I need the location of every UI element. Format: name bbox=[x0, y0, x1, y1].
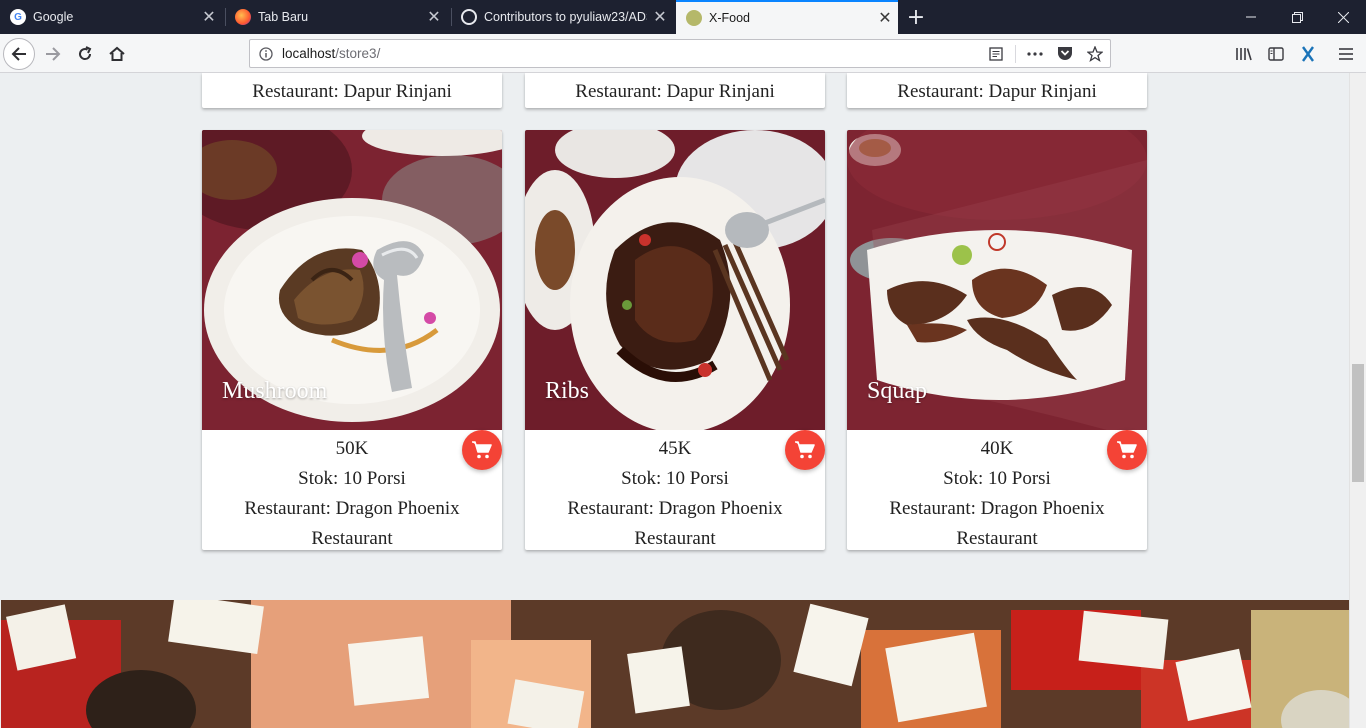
tab-x-food[interactable]: X-Food ✕ bbox=[676, 0, 898, 34]
divider bbox=[1015, 44, 1016, 63]
sidebar-toggle-icon[interactable] bbox=[1260, 38, 1292, 70]
page-viewport: Restaurant: Dapur Rinjani Restaurant: Da… bbox=[0, 73, 1349, 728]
new-tab-button[interactable]: + bbox=[904, 0, 928, 34]
product-stock: Stok: 10 Porsi bbox=[621, 468, 729, 489]
product-name: Ribs bbox=[545, 378, 590, 404]
add-to-cart-button[interactable] bbox=[462, 430, 502, 470]
close-tab-icon[interactable]: ✕ bbox=[647, 7, 673, 27]
product-stock: Stok: 10 Porsi bbox=[943, 468, 1051, 489]
xfood-icon bbox=[686, 10, 702, 26]
product-restaurant: Restaurant: Dragon Phoenix Restaurant bbox=[889, 498, 1105, 549]
scrollbar-thumb[interactable] bbox=[1352, 364, 1364, 482]
product-restaurant: Restaurant: Dragon Phoenix Restaurant bbox=[244, 498, 460, 549]
reader-view-icon[interactable] bbox=[981, 40, 1011, 68]
site-info-icon[interactable] bbox=[250, 46, 282, 61]
forward-arrow-icon bbox=[46, 47, 61, 61]
navigation-toolbar: localhost/store3/ bbox=[0, 34, 1366, 73]
tab-strip: G Google ✕ Tab Baru ✕ Contributors to py… bbox=[0, 0, 1366, 34]
product-price: 50K bbox=[335, 438, 369, 459]
product-image: Ribs bbox=[525, 130, 825, 430]
product-price: 45K bbox=[658, 438, 692, 459]
product-card: Restaurant: Dapur Rinjani bbox=[525, 73, 825, 108]
forward-button[interactable] bbox=[37, 38, 69, 70]
page-actions-icon[interactable] bbox=[1020, 40, 1050, 68]
product-image: Squap bbox=[847, 130, 1147, 430]
product-card: Ribs 45K Stok: 10 Porsi Restaurant: Drag… bbox=[525, 130, 825, 550]
tab-contributors[interactable]: Contributors to pyuliaw23/ADS ✕ bbox=[451, 0, 673, 34]
reload-button[interactable] bbox=[69, 38, 101, 70]
tab-title: Google bbox=[33, 10, 74, 24]
tab-title: X-Food bbox=[709, 11, 750, 25]
address-bar[interactable]: localhost/store3/ bbox=[249, 39, 1111, 68]
shopping-cart-icon bbox=[1117, 441, 1137, 459]
close-icon bbox=[1337, 11, 1349, 23]
shopping-cart-icon bbox=[472, 441, 492, 459]
tab-google[interactable]: G Google ✕ bbox=[0, 0, 222, 34]
url-path: /store3/ bbox=[335, 46, 381, 61]
vertical-scrollbar[interactable] bbox=[1349, 73, 1366, 728]
product-image: Mushroom bbox=[202, 130, 502, 430]
extension-x-icon[interactable] bbox=[1292, 38, 1324, 70]
product-name: Mushroom bbox=[222, 378, 328, 404]
product-restaurant: Restaurant: Dapur Rinjani bbox=[575, 81, 775, 102]
product-card: Restaurant: Dapur Rinjani bbox=[202, 73, 502, 108]
close-window-button[interactable] bbox=[1320, 0, 1366, 34]
product-card: Squap 40K Stok: 10 Porsi Restaurant: Dra… bbox=[847, 130, 1147, 550]
url-text[interactable]: localhost/store3/ bbox=[282, 46, 981, 61]
food-banner-image bbox=[1, 600, 1349, 728]
pocket-icon[interactable] bbox=[1050, 40, 1080, 68]
home-button[interactable] bbox=[101, 38, 133, 70]
reload-icon bbox=[79, 46, 92, 60]
tab-tab-baru[interactable]: Tab Baru ✕ bbox=[225, 0, 447, 34]
restore-icon bbox=[1291, 11, 1303, 23]
google-icon: G bbox=[10, 9, 26, 25]
shopping-cart-icon bbox=[795, 441, 815, 459]
firefox-icon bbox=[235, 9, 251, 25]
product-card: Mushroom 50K Stok: 10 Porsi Restaurant: … bbox=[202, 130, 502, 550]
menu-hamburger-icon[interactable] bbox=[1330, 38, 1362, 70]
tab-title: Tab Baru bbox=[258, 10, 309, 24]
back-button[interactable] bbox=[3, 38, 35, 70]
product-name: Squap bbox=[867, 378, 927, 404]
product-price: 40K bbox=[980, 438, 1014, 459]
close-tab-icon[interactable]: ✕ bbox=[196, 7, 222, 27]
product-restaurant: Restaurant: Dragon Phoenix Restaurant bbox=[567, 498, 783, 549]
product-restaurant: Restaurant: Dapur Rinjani bbox=[897, 81, 1097, 102]
product-card: Restaurant: Dapur Rinjani bbox=[847, 73, 1147, 108]
bookmark-star-icon[interactable] bbox=[1080, 40, 1110, 68]
minimize-icon bbox=[1246, 16, 1256, 18]
github-icon bbox=[461, 9, 477, 25]
minimize-button[interactable] bbox=[1228, 0, 1274, 34]
product-stock: Stok: 10 Porsi bbox=[298, 468, 406, 489]
library-icon[interactable] bbox=[1228, 38, 1260, 70]
back-arrow-icon bbox=[11, 47, 26, 61]
add-to-cart-button[interactable] bbox=[785, 430, 825, 470]
close-tab-icon[interactable]: ✕ bbox=[421, 7, 447, 27]
product-restaurant: Restaurant: Dapur Rinjani bbox=[252, 81, 452, 102]
url-host: localhost bbox=[282, 46, 336, 61]
home-icon bbox=[109, 46, 125, 61]
add-to-cart-button[interactable] bbox=[1107, 430, 1147, 470]
close-tab-icon[interactable]: ✕ bbox=[872, 8, 898, 28]
restore-button[interactable] bbox=[1274, 0, 1320, 34]
tab-title: Contributors to pyuliaw23/ADS bbox=[484, 10, 647, 24]
